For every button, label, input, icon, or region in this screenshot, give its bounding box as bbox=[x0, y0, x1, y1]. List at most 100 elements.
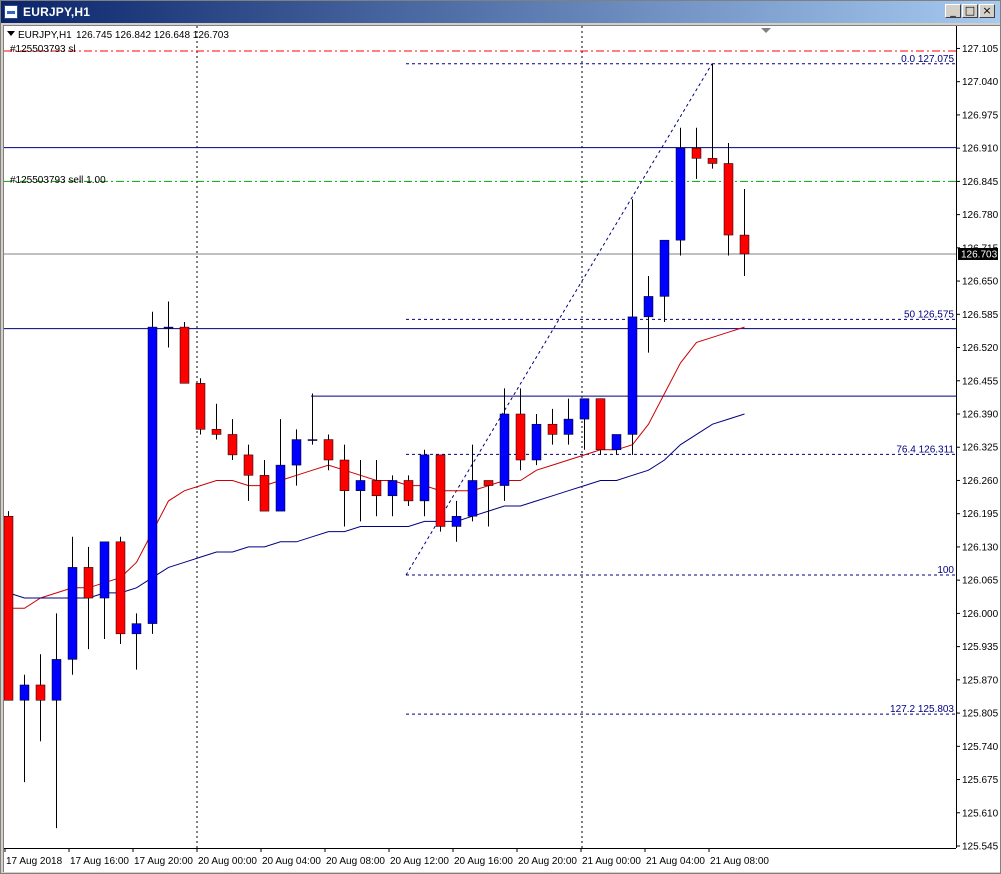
fib-level-label: 76.4 126.311 bbox=[896, 444, 954, 455]
candle bbox=[643, 275, 654, 353]
candle bbox=[579, 398, 590, 450]
candle bbox=[99, 541, 110, 639]
candle bbox=[499, 388, 510, 501]
candle-body bbox=[547, 423, 558, 435]
close-button[interactable]: × bbox=[979, 4, 995, 18]
candle-body bbox=[499, 413, 510, 486]
price-tick-label: 125.675 bbox=[962, 775, 999, 786]
time-tick-label: 17 Aug 20:00 bbox=[134, 856, 193, 867]
candle-body bbox=[579, 398, 590, 420]
candle-body bbox=[275, 464, 286, 512]
candle-body bbox=[211, 429, 222, 435]
candle-body bbox=[675, 147, 686, 241]
candle-body bbox=[563, 418, 574, 435]
candle bbox=[227, 419, 238, 461]
price-tick-label: 126.000 bbox=[962, 609, 999, 620]
candle-body bbox=[179, 326, 190, 384]
price-tick-label: 126.325 bbox=[962, 443, 999, 454]
chart-window-icon bbox=[4, 5, 18, 19]
candle-body bbox=[531, 423, 542, 461]
price-tick-label: 126.390 bbox=[962, 409, 999, 420]
title-bar[interactable]: EURJPY,H1 _ □ × bbox=[1, 1, 1000, 23]
candle-body bbox=[131, 623, 142, 635]
price-tick-label: 127.105 bbox=[962, 44, 999, 55]
candle bbox=[195, 378, 206, 435]
candle bbox=[131, 613, 142, 670]
fib-level-label: 100 bbox=[937, 565, 954, 576]
time-tick-label: 20 Aug 16:00 bbox=[454, 856, 513, 867]
time-tick-label: 20 Aug 00:00 bbox=[198, 856, 257, 867]
candle bbox=[83, 546, 94, 650]
candle-body bbox=[163, 326, 174, 329]
time-tick-label: 17 Aug 2018 bbox=[6, 856, 63, 867]
price-tick-label: 125.805 bbox=[962, 709, 999, 720]
candle-body bbox=[243, 454, 254, 476]
restore-button[interactable]: □ bbox=[962, 4, 978, 18]
candle bbox=[435, 454, 446, 532]
time-tick-label: 21 Aug 08:00 bbox=[710, 856, 769, 867]
candle-body bbox=[355, 480, 366, 491]
fib-level-label: 127.2 125.803 bbox=[890, 704, 954, 715]
candle bbox=[547, 408, 558, 445]
candle-body bbox=[451, 515, 462, 527]
candle-body bbox=[467, 480, 478, 517]
candle-body bbox=[259, 475, 270, 512]
candle bbox=[355, 460, 366, 522]
candle-body bbox=[83, 567, 94, 599]
candle-body bbox=[403, 480, 414, 502]
price-tick-label: 125.740 bbox=[962, 742, 999, 753]
price-tick-label: 126.195 bbox=[962, 509, 999, 520]
price-tick-label: 126.455 bbox=[962, 376, 999, 387]
candle bbox=[483, 480, 494, 527]
chart-shift-marker-icon[interactable] bbox=[761, 28, 771, 33]
price-tick-label: 126.650 bbox=[962, 277, 999, 288]
candle bbox=[595, 398, 606, 455]
symbol-label: EURJPY,H1 bbox=[18, 30, 72, 41]
candle bbox=[67, 536, 78, 675]
candle-body bbox=[611, 434, 622, 451]
candle-body bbox=[643, 296, 654, 318]
candle bbox=[371, 460, 382, 517]
candle bbox=[627, 199, 638, 455]
current-price-label: 126.703 bbox=[961, 249, 998, 260]
candle bbox=[419, 449, 430, 517]
candle bbox=[531, 413, 542, 466]
candle-body bbox=[483, 480, 494, 486]
candle bbox=[4, 511, 14, 701]
candle bbox=[403, 475, 414, 507]
price-tick-label: 126.520 bbox=[962, 343, 999, 354]
chart-menu-triangle-icon[interactable] bbox=[7, 31, 15, 36]
candle-body bbox=[4, 515, 14, 701]
fib-level-label: 50 126.575 bbox=[904, 309, 954, 320]
price-tick-label: 126.260 bbox=[962, 476, 999, 487]
price-tick-label: 125.935 bbox=[962, 642, 999, 653]
time-tick-label: 21 Aug 04:00 bbox=[646, 856, 705, 867]
candle-body bbox=[627, 316, 638, 435]
candle bbox=[739, 189, 750, 276]
candle bbox=[115, 536, 126, 645]
candle-body bbox=[339, 459, 350, 491]
fib-level-label: 0.0 127.075 bbox=[901, 54, 954, 65]
candle-body bbox=[99, 541, 110, 599]
candle bbox=[243, 444, 254, 501]
price-tick-label: 126.130 bbox=[962, 542, 999, 553]
candle-body bbox=[739, 234, 750, 255]
candle-body bbox=[227, 434, 238, 456]
candle-body bbox=[707, 158, 718, 164]
minimize-button[interactable]: _ bbox=[945, 4, 961, 18]
candle-body bbox=[35, 684, 46, 701]
order-label: #125503793 sell 1.00 bbox=[10, 175, 106, 186]
candlestick-chart[interactable]: 0.0 127.075 50 126.575 76.4 126.311 100 127.… bbox=[4, 26, 999, 871]
chart-area[interactable]: 0.0 127.075 50 126.575 76.4 126.311 100 127.… bbox=[3, 25, 1000, 872]
candle-body bbox=[323, 439, 334, 461]
ohlc-readout: 126.745 126.842 126.648 126.703 bbox=[76, 30, 229, 41]
candle bbox=[387, 475, 398, 517]
candle bbox=[211, 403, 222, 440]
price-tick-label: 126.780 bbox=[962, 210, 999, 221]
candle bbox=[451, 500, 462, 542]
candle-body bbox=[595, 398, 606, 451]
candle bbox=[323, 434, 334, 471]
candle bbox=[259, 460, 270, 512]
candle bbox=[707, 63, 718, 169]
price-tick-label: 126.975 bbox=[962, 110, 999, 121]
